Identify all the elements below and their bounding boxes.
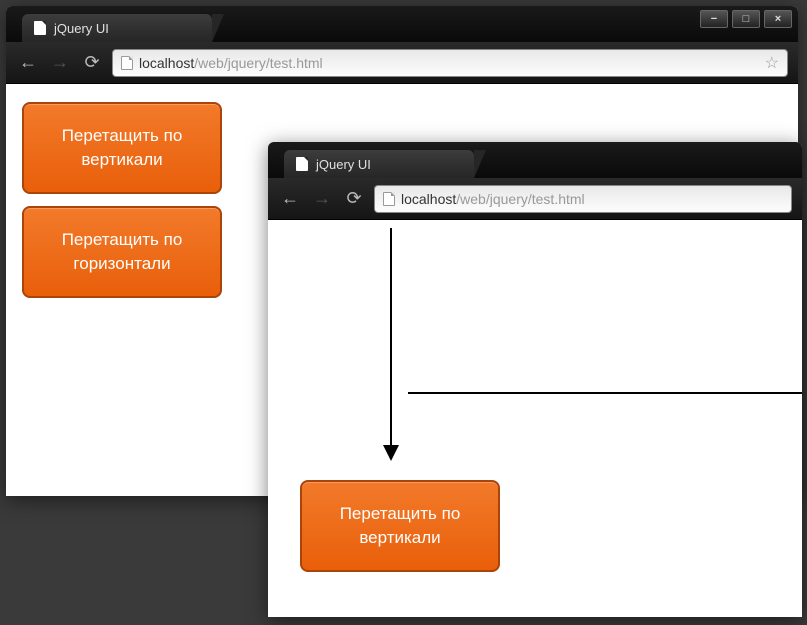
- file-icon: [34, 21, 46, 35]
- reload-icon[interactable]: ⟳: [342, 188, 366, 209]
- address-bar[interactable]: localhost/web/jquery/test.html: [374, 185, 792, 213]
- vertical-arrow-icon: [383, 228, 399, 461]
- url-text: localhost/web/jquery/test.html: [401, 191, 585, 207]
- tab-title: jQuery UI: [316, 157, 371, 172]
- browser-tab[interactable]: jQuery UI: [22, 14, 212, 42]
- file-icon: [296, 157, 308, 171]
- page-icon: [121, 56, 133, 70]
- navbar: ← → ⟳ localhost/web/jquery/test.html ☆: [6, 42, 798, 84]
- horizontal-line-icon: [408, 392, 802, 394]
- address-bar[interactable]: localhost/web/jquery/test.html ☆: [112, 49, 788, 77]
- draggable-horizontal[interactable]: Перетащить по горизонтали: [22, 206, 222, 298]
- browser-window-2: jQuery UI ← → ⟳ localhost/web/jquery/tes…: [268, 142, 802, 617]
- url-text: localhost/web/jquery/test.html: [139, 55, 323, 71]
- draggable-label: Перетащить по вертикали: [24, 124, 220, 172]
- maximize-button[interactable]: □: [732, 10, 760, 28]
- url-path: /web/jquery/test.html: [194, 55, 322, 71]
- titlebar[interactable]: jQuery UI: [268, 142, 802, 178]
- close-button[interactable]: ×: [764, 10, 792, 28]
- page-content: Перетащить по вертикали: [268, 220, 802, 617]
- back-icon[interactable]: ←: [278, 188, 302, 209]
- forward-icon[interactable]: →: [310, 188, 334, 209]
- tab-title: jQuery UI: [54, 21, 109, 36]
- forward-icon[interactable]: →: [48, 52, 72, 73]
- minimize-button[interactable]: −: [700, 10, 728, 28]
- draggable-label: Перетащить по вертикали: [302, 502, 498, 550]
- window-controls: − □ ×: [700, 10, 792, 28]
- titlebar[interactable]: jQuery UI − □ ×: [6, 6, 798, 42]
- bookmark-star-icon[interactable]: ☆: [765, 53, 779, 73]
- navbar: ← → ⟳ localhost/web/jquery/test.html: [268, 178, 802, 220]
- url-path: /web/jquery/test.html: [456, 191, 584, 207]
- page-icon: [383, 192, 395, 206]
- back-icon[interactable]: ←: [16, 52, 40, 73]
- draggable-vertical[interactable]: Перетащить по вертикали: [300, 480, 500, 572]
- url-host: localhost: [401, 191, 456, 207]
- url-host: localhost: [139, 55, 194, 71]
- draggable-vertical[interactable]: Перетащить по вертикали: [22, 102, 222, 194]
- browser-tab[interactable]: jQuery UI: [284, 150, 474, 178]
- draggable-label: Перетащить по горизонтали: [24, 228, 220, 276]
- reload-icon[interactable]: ⟳: [80, 52, 104, 73]
